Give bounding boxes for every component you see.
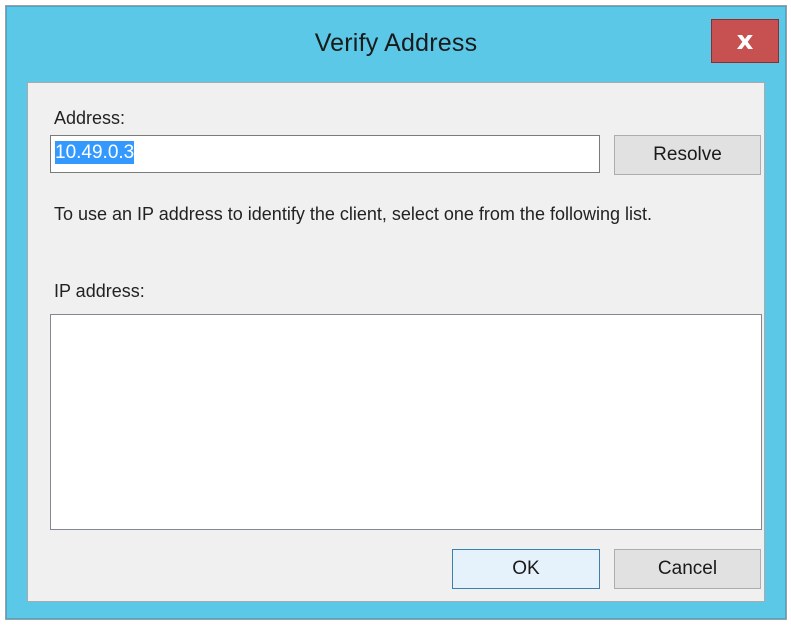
- address-value: 10.49.0.3: [55, 141, 135, 164]
- address-label: Address:: [54, 108, 126, 128]
- dialog-title: Verify Address: [314, 29, 478, 57]
- title-bar[interactable]: Verify Address x: [7, 7, 785, 83]
- ip-address-list[interactable]: [50, 314, 762, 530]
- close-button[interactable]: x: [711, 19, 779, 63]
- ip-address-label: IP address:: [54, 281, 145, 301]
- dialog-content: Address: 10.49.0.3 Resolve To use an IP …: [27, 82, 765, 602]
- instruction-text: To use an IP address to identify the cli…: [54, 204, 652, 224]
- address-input[interactable]: 10.49.0.3: [50, 135, 600, 173]
- ok-button[interactable]: OK: [452, 549, 600, 589]
- verify-address-dialog: Verify Address x Address: 10.49.0.3 Reso…: [6, 6, 786, 619]
- page: Verify Address x Address: 10.49.0.3 Reso…: [0, 0, 791, 629]
- close-icon: x: [736, 26, 754, 56]
- cancel-button[interactable]: Cancel: [614, 549, 761, 589]
- resolve-button[interactable]: Resolve: [614, 135, 761, 175]
